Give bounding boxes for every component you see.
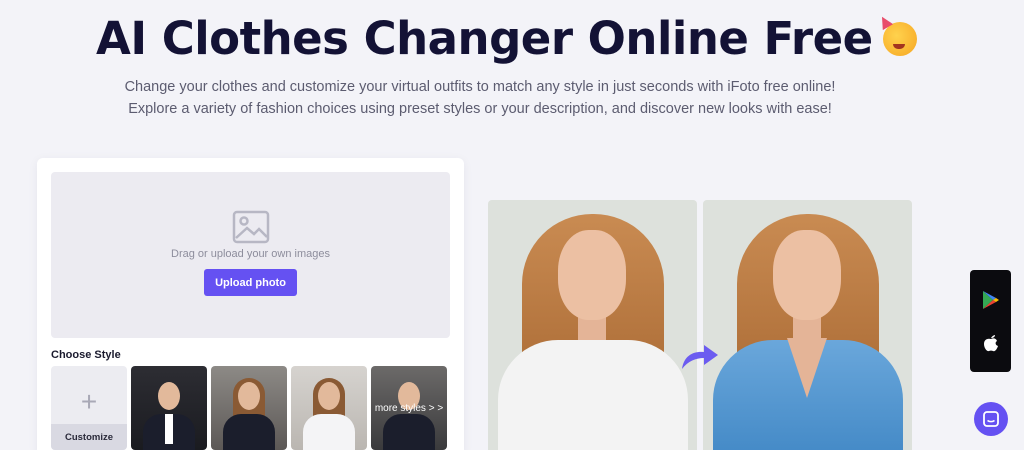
apple-icon[interactable] <box>982 333 1000 353</box>
customize-style-tile[interactable]: + Customize <box>51 366 127 450</box>
thumb-face <box>318 382 340 410</box>
thumb-face <box>238 382 260 410</box>
more-styles-tile[interactable]: more styles > > <box>371 366 447 450</box>
thumb-blazer <box>223 414 275 450</box>
chat-icon <box>983 411 999 427</box>
photo-face <box>773 230 841 320</box>
upload-panel: Drag or upload your own images Upload ph… <box>37 158 464 450</box>
app-download-panel <box>970 270 1011 372</box>
before-photo <box>488 200 697 450</box>
upload-photo-button[interactable]: Upload photo <box>204 269 297 296</box>
photo-face <box>558 230 626 320</box>
after-photo <box>703 200 912 450</box>
style-thumb-woman-blazer[interactable] <box>211 366 287 450</box>
thumb-blouse <box>303 414 355 450</box>
style-options: + Customize more styles > > <box>51 366 447 450</box>
thumb-collar <box>165 414 173 444</box>
page-title: AI Clothes Changer Online Free <box>96 12 917 65</box>
photo-white-shirt <box>498 340 688 450</box>
plus-icon: + <box>80 386 98 417</box>
style-thumb-man-suit[interactable] <box>131 366 207 450</box>
page-title-text: AI Clothes Changer Online Free <box>96 12 873 65</box>
thumb-face <box>158 382 180 410</box>
chat-button[interactable] <box>974 402 1008 436</box>
style-thumb-woman-blouse[interactable] <box>291 366 367 450</box>
image-placeholder-icon <box>232 210 269 244</box>
thumb-shirt <box>383 414 435 450</box>
customize-label: Customize <box>51 424 127 450</box>
dropzone-text: Drag or upload your own images <box>171 248 330 260</box>
google-play-icon[interactable] <box>982 290 1000 310</box>
page-subtitle: Change your clothes and customize your v… <box>124 79 836 117</box>
choose-style-label: Choose Style <box>51 349 121 361</box>
party-face-emoji-icon <box>882 21 917 56</box>
more-styles-link[interactable]: more styles > > <box>371 403 447 414</box>
curved-arrow-right-icon <box>682 345 718 369</box>
upload-dropzone[interactable]: Drag or upload your own images Upload ph… <box>51 172 450 338</box>
